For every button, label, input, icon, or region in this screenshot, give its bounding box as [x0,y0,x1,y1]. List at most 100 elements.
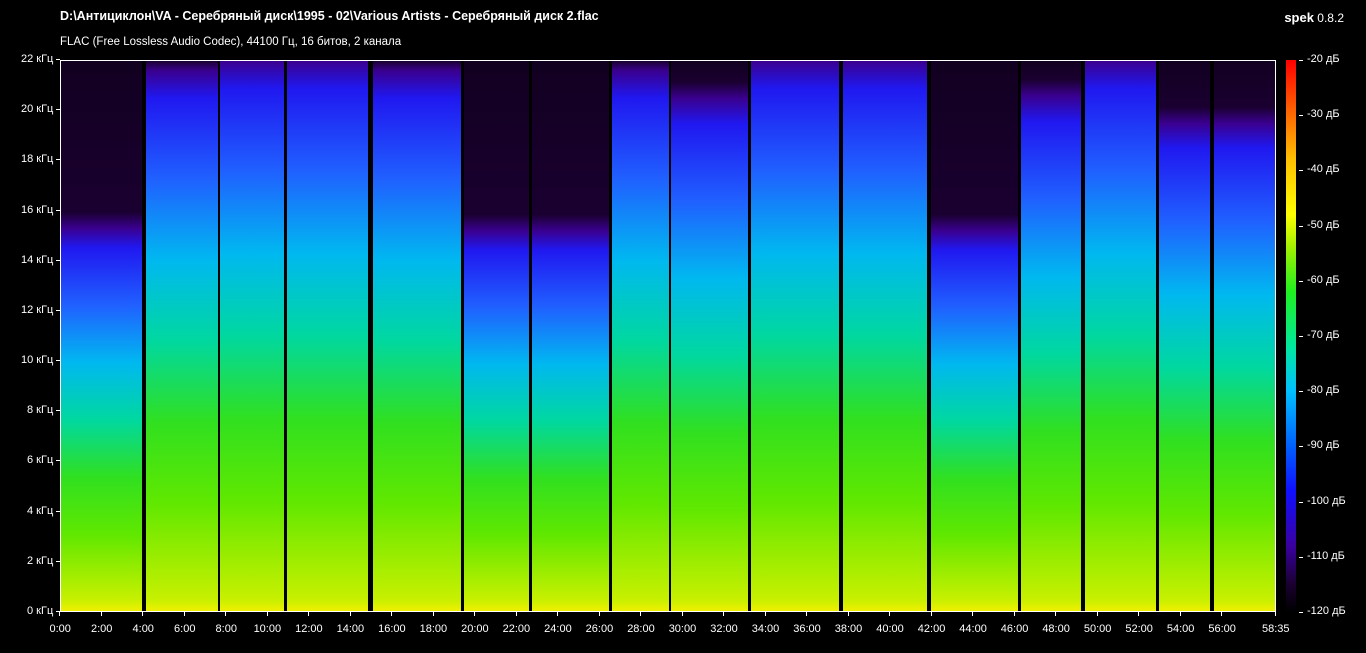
spectrogram-track [1158,61,1210,611]
x-tick-mark [682,612,683,616]
x-tick-label: 14:00 [336,623,365,635]
x-tick-mark [184,612,185,616]
colorbar-tick-mark [1299,115,1303,116]
x-tick-label: 18:00 [419,623,448,635]
y-tick-mark [56,460,60,461]
colorbar-tick-label: -40 дБ [1307,163,1340,176]
spectrogram-plot [60,60,1276,612]
x-tick-label: 8:00 [215,623,237,635]
colorbar-tick-mark [1299,170,1303,171]
colorbar-tick-label: -80 дБ [1307,384,1340,397]
spectrogram-track [750,61,839,611]
x-tick-label: 50:00 [1083,623,1112,635]
x-tick-label: 22:00 [502,623,531,635]
colorbar-tick-label: -30 дБ [1307,108,1340,121]
y-tick-mark [56,159,60,160]
x-tick-label: 38:00 [834,623,863,635]
spectrogram-track [464,61,530,611]
colorbar-tick-label: -90 дБ [1307,439,1340,452]
x-tick-mark [474,612,475,616]
colorbar-tick-mark [1299,612,1303,613]
y-tick-mark [56,59,60,60]
x-tick-mark [848,612,849,616]
spectrogram-track [670,61,748,611]
x-tick-label: 10:00 [253,623,282,635]
spectrogram-track [373,61,461,611]
y-tick-mark [56,561,60,562]
colorbar-tick-label: -120 дБ [1307,605,1346,617]
colorbar-tick-mark [1299,391,1303,392]
x-tick-label: 46:00 [1000,623,1029,635]
spectrogram-track [286,61,368,611]
x-tick-mark [101,612,102,616]
x-tick-label: 20:00 [461,623,489,635]
x-tick-mark [59,612,60,616]
spectrogram-track [1020,61,1081,611]
y-tick-mark [56,410,60,411]
y-tick-label: 0 кГц [27,605,54,617]
spectrogram-track [146,61,219,611]
app-name: spek [1284,10,1314,25]
x-tick-label: 16:00 [378,623,406,635]
colorbar-tick-mark [1299,502,1303,503]
x-tick-label: 34:00 [751,623,780,635]
colorbar-tick-label: -100 дБ [1307,494,1346,507]
x-tick-mark [640,612,641,616]
colorbar-tick-label: -20 дБ [1307,53,1340,65]
x-tick-label: 58:35 [1262,623,1290,635]
x-tick-label: 0:00 [49,623,71,635]
color-scale-bar [1286,60,1296,612]
spectrogram-track [61,61,142,611]
x-tick-mark [308,612,309,616]
x-tick-mark [557,612,558,616]
y-tick-label: 20 кГц [21,103,54,116]
spectrogram-track [611,61,669,611]
spectrogram-track [220,61,285,611]
x-tick-mark [225,612,226,616]
spectrogram-track [531,61,609,611]
colorbar-tick-label: -50 дБ [1307,218,1340,231]
y-tick-mark [56,360,60,361]
x-tick-label: 2:00 [91,623,113,635]
x-tick-mark [723,612,724,616]
y-tick-label: 10 кГц [21,354,54,367]
x-tick-label: 48:00 [1042,623,1070,635]
y-tick-mark [56,310,60,311]
x-tick-mark [1275,612,1276,616]
x-tick-mark [806,612,807,616]
y-tick-mark [56,109,60,110]
x-tick-label: 12:00 [295,623,323,635]
x-tick-mark [1180,612,1181,616]
y-tick-label: 18 кГц [21,153,54,166]
app-version: 0.8.2 [1317,11,1344,25]
x-tick-label: 54:00 [1166,623,1195,635]
colorbar-tick-label: -70 дБ [1307,329,1340,341]
x-tick-label: 4:00 [132,623,154,635]
x-tick-mark [1097,612,1098,616]
x-tick-label: 30:00 [668,623,697,635]
x-tick-mark [267,612,268,616]
x-tick-mark [972,612,973,616]
x-tick-mark [931,612,932,616]
y-tick-mark [56,511,60,512]
x-tick-label: 24:00 [544,623,572,635]
x-tick-mark [391,612,392,616]
x-tick-mark [516,612,517,616]
spectrogram-track [1084,61,1156,611]
y-tick-label: 12 кГц [21,303,54,316]
y-tick-label: 4 кГц [27,504,54,517]
y-tick-label: 14 кГц [21,253,54,266]
x-tick-mark [889,612,890,616]
y-tick-label: 22 кГц [21,53,54,65]
x-tick-label: 52:00 [1125,623,1153,635]
y-tick-label: 16 кГц [21,203,54,216]
colorbar-tick-mark [1299,226,1303,227]
y-tick-mark [56,260,60,261]
x-tick-mark [433,612,434,616]
x-tick-label: 6:00 [174,623,196,635]
y-tick-mark [56,210,60,211]
y-tick-label: 6 кГц [27,454,54,467]
colorbar-tick-label: -110 дБ [1307,549,1345,562]
colorbar-tick-mark [1299,557,1303,558]
spectrogram-track [930,61,1018,611]
